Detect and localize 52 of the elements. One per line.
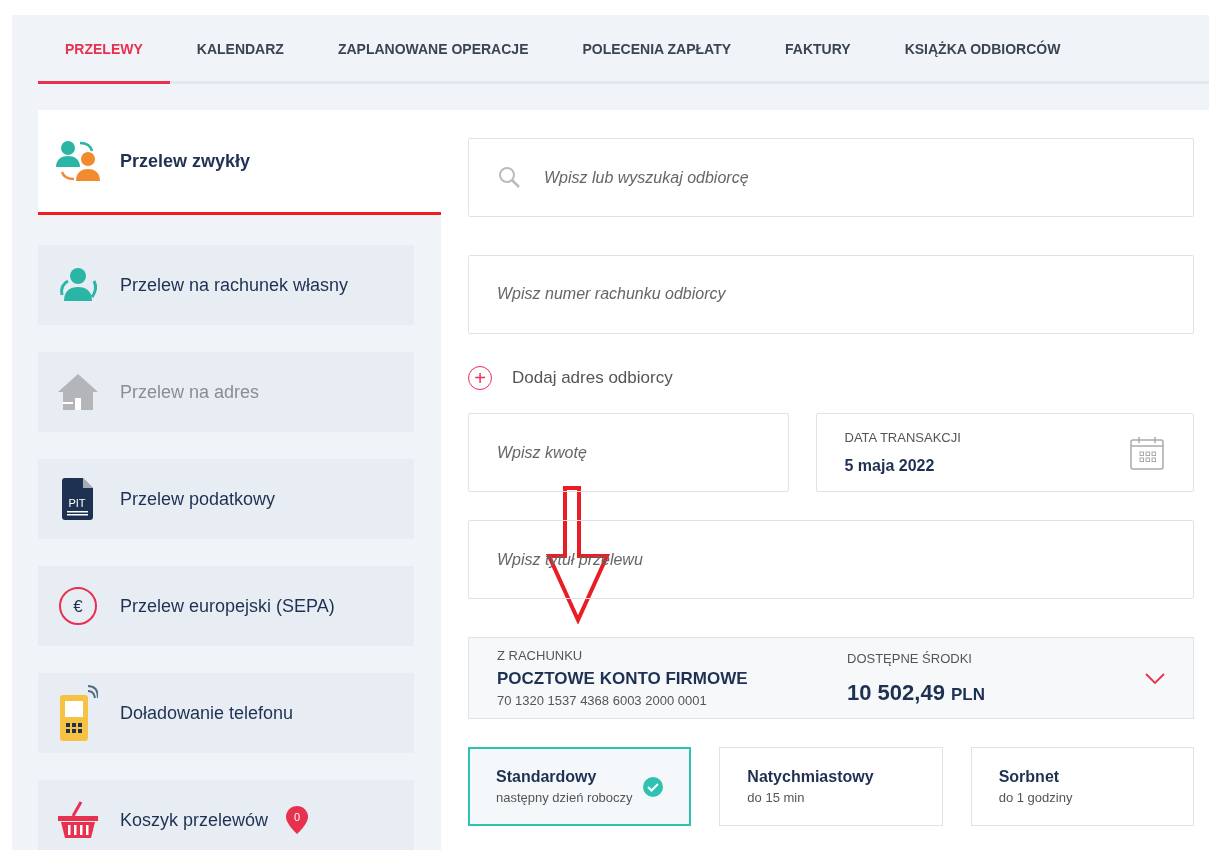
option-title: Sorbnet: [998, 768, 1061, 786]
nav-tab[interactable]: PRZELEWY: [38, 41, 170, 84]
phone-signal-icon: [58, 685, 98, 741]
transfer-type-item[interactable]: Koszyk przelewów 0: [38, 780, 414, 850]
option-subtitle: do 1 godziny: [998, 790, 1073, 805]
available-funds: 10 502,49 PLN: [847, 679, 986, 706]
count-badge: 0: [286, 806, 309, 834]
basket-icon: [57, 800, 99, 840]
option-subtitle: do 15 min: [747, 790, 806, 805]
nav-tab[interactable]: POLECENIA ZAPŁATY: [555, 41, 759, 84]
check-icon: [643, 776, 664, 797]
item-label: Przelew europejski (SEPA): [120, 595, 335, 617]
account-number: 70 1320 1537 4368 6003 2000 0001: [497, 693, 708, 708]
option-title: Natychmiastowy: [747, 768, 874, 786]
item-label: Przelew na adres: [120, 381, 260, 403]
nav-tab[interactable]: ZAPLANOWANE OPERACJE: [310, 41, 556, 84]
item-label: Przelew zwykły: [120, 150, 251, 172]
chevron-down-icon: [1145, 672, 1165, 684]
transfer-speed-option[interactable]: Standardowy następny dzień roboczy: [468, 747, 692, 826]
date-field[interactable]: DATA TRANSAKCJI 5 maja 2022: [815, 413, 1194, 493]
funds-label: DOSTĘPNE ŚRODKI: [847, 650, 973, 666]
transfer-type-item[interactable]: PIT Przelew podatkowy: [38, 459, 414, 539]
option-subtitle: następny dzień roboczy: [496, 790, 633, 805]
euro-icon: €: [58, 586, 98, 626]
account-name: POCZTOWE KONTO FIRMOWE: [497, 669, 749, 689]
transfer-speed-option[interactable]: Sorbnet do 1 godziny: [970, 747, 1194, 826]
nav-tab[interactable]: KSIĄŻKA ODBIORCÓW: [877, 41, 1088, 84]
date-value: 5 maja 2022: [844, 457, 936, 476]
nav-tab[interactable]: FAKTURY: [758, 41, 878, 84]
item-label: Doładowanie telefonu: [120, 702, 294, 724]
calendar-icon: [1129, 434, 1165, 471]
transfer-type-item[interactable]: Przelew zwykły: [38, 110, 441, 215]
transfer-type-item[interactable]: € Przelew europejski (SEPA): [38, 566, 414, 646]
nav-tab[interactable]: KALENDARZ: [169, 41, 311, 84]
account-label: Z RACHUNKU: [497, 648, 584, 663]
transfer-type-item[interactable]: Doładowanie telefonu: [38, 673, 414, 753]
source-account-select[interactable]: Z RACHUNKU POCZTOWE KONTO FIRMOWE 70 1320 1537 4368 6003 2000 0001 DOSTĘPNE ŚRODKI 10 502,49 PLN: [468, 637, 1194, 719]
recipient-search-field[interactable]: Wpisz lub wyszukaj odbiorcę: [468, 138, 1194, 217]
amount-field[interactable]: Wpisz kwotę: [468, 413, 789, 493]
people-exchange-icon: [54, 139, 102, 183]
date-label: DATA TRANSAKCJI: [844, 430, 962, 446]
account-number-field[interactable]: Wpisz numer rachunku odbiorcy: [468, 254, 1194, 334]
search-icon: [498, 166, 520, 188]
transfer-type-item[interactable]: Przelew na rachunek własny: [38, 245, 414, 325]
add-address-link[interactable]: Dodaj adres odbiorcy: [512, 368, 673, 389]
item-label: Przelew na rachunek własny: [120, 274, 349, 296]
tax-document-icon: PIT: [62, 478, 94, 520]
transfer-speed-option[interactable]: Natychmiastowy do 15 min: [719, 747, 943, 826]
item-label: Koszyk przelewów: [120, 809, 269, 831]
option-title: Standardowy: [496, 768, 598, 786]
house-icon: [56, 372, 100, 412]
item-label: Przelew podatkowy: [120, 488, 276, 510]
